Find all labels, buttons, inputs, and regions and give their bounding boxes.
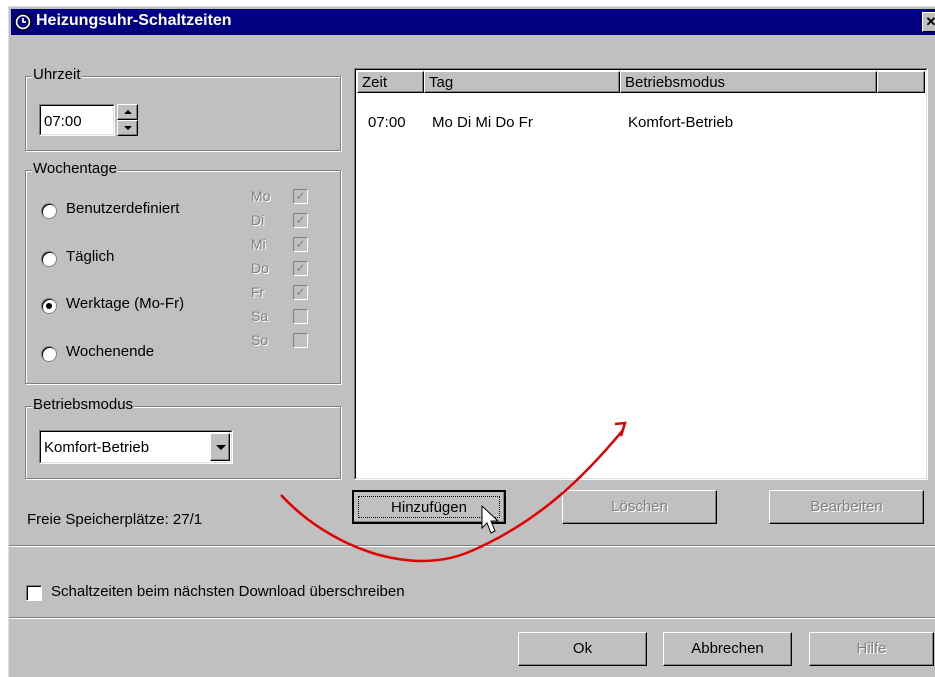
radio-selected-dot xyxy=(46,303,52,309)
radio-label-werktage: Werktage (Mo-Fr) xyxy=(66,295,185,312)
delete-button-label: Löschen xyxy=(611,498,668,515)
radio-button[interactable] xyxy=(41,203,57,219)
day-label-so: So xyxy=(251,332,269,348)
cell-zeit: 07:00 xyxy=(368,114,406,131)
day-checkbox-di: ✓ xyxy=(293,213,308,228)
betriebsmodus-dropdown[interactable]: Komfort-Betrieb xyxy=(39,430,233,464)
day-checkbox-so xyxy=(293,333,308,348)
cancel-button-label: Abbrechen xyxy=(691,640,764,657)
time-spin-up-button[interactable] xyxy=(117,104,138,120)
day-label-do: Do xyxy=(251,260,269,276)
radio-label-taeglich: Täglich xyxy=(66,248,115,265)
overwrite-label: Schaltzeiten beim nächsten Download über… xyxy=(51,583,405,600)
betriebsmodus-value: Komfort-Betrieb xyxy=(44,439,150,456)
radio-label-wochenende: Wochenende xyxy=(66,343,155,360)
time-spin-down-button[interactable] xyxy=(117,120,138,136)
day-label-di: Di xyxy=(251,212,265,228)
separator xyxy=(9,617,935,619)
overwrite-checkbox[interactable] xyxy=(26,585,42,601)
memory-label: Freie Speicherplätze: 27/1 xyxy=(27,511,203,528)
focus-ring xyxy=(358,496,500,518)
window-title: Heizungsuhr-Schaltzeiten xyxy=(36,12,232,29)
day-checkbox-mo: ✓ xyxy=(293,189,308,204)
help-button[interactable]: Hilfe xyxy=(809,632,934,666)
clock-icon xyxy=(14,13,32,31)
help-button-label: Hilfe xyxy=(856,640,887,657)
dropdown-button[interactable] xyxy=(210,433,230,461)
cell-modus: Komfort-Betrieb xyxy=(628,114,734,131)
edit-button[interactable]: Bearbeiten xyxy=(769,490,924,524)
day-label-sa: Sa xyxy=(251,308,269,324)
day-checkbox-mi: ✓ xyxy=(293,237,308,252)
betriebsmodus-group-label: Betriebsmodus xyxy=(32,396,135,413)
add-button[interactable]: Hinzufügen xyxy=(352,490,506,524)
spin-up-icon xyxy=(124,110,132,114)
column-header-zeit[interactable]: Zeit xyxy=(357,71,424,93)
close-button[interactable]: ✕ xyxy=(922,12,935,32)
radio-label-benutzerdefiniert: Benutzerdefiniert xyxy=(66,200,180,217)
edit-button-label: Bearbeiten xyxy=(810,498,883,515)
delete-button[interactable]: Löschen xyxy=(562,490,717,524)
schedule-list[interactable]: Zeit Tag Betriebsmodus 07:00 Mo Di Mi Do… xyxy=(354,68,928,480)
cell-tag: Mo Di Mi Do Fr xyxy=(432,114,533,131)
day-label-mi: Mi xyxy=(251,236,266,252)
radio-button[interactable] xyxy=(41,251,57,267)
radio-button[interactable] xyxy=(41,298,57,314)
day-checkbox-do: ✓ xyxy=(293,261,308,276)
column-header-filler xyxy=(877,71,925,93)
title-bar[interactable]: Heizungsuhr-Schaltzeiten ✕ xyxy=(11,9,935,35)
column-header-tag[interactable]: Tag xyxy=(424,71,620,93)
uhrzeit-group-label: Uhrzeit xyxy=(32,66,82,83)
day-label-mo: Mo xyxy=(251,188,271,204)
time-value: 07:00 xyxy=(44,113,82,130)
ok-button[interactable]: Ok xyxy=(518,632,647,666)
time-input[interactable]: 07:00 xyxy=(39,104,115,136)
close-icon: ✕ xyxy=(926,14,935,29)
wochentage-group-label: Wochentage xyxy=(32,160,118,177)
spin-down-icon xyxy=(124,126,132,130)
radio-button[interactable] xyxy=(41,346,57,362)
day-checkbox-sa xyxy=(293,309,308,324)
cancel-button[interactable]: Abbrechen xyxy=(663,632,792,666)
dialog-window: Heizungsuhr-Schaltzeiten ✕ Uhrzeit 07:00… xyxy=(8,6,935,677)
day-label-fr: Fr xyxy=(251,284,265,300)
ok-button-label: Ok xyxy=(572,640,593,657)
column-header-betriebsmodus[interactable]: Betriebsmodus xyxy=(620,71,877,93)
day-checkbox-fr: ✓ xyxy=(293,285,308,300)
chevron-down-icon xyxy=(216,445,226,450)
separator xyxy=(9,545,935,547)
